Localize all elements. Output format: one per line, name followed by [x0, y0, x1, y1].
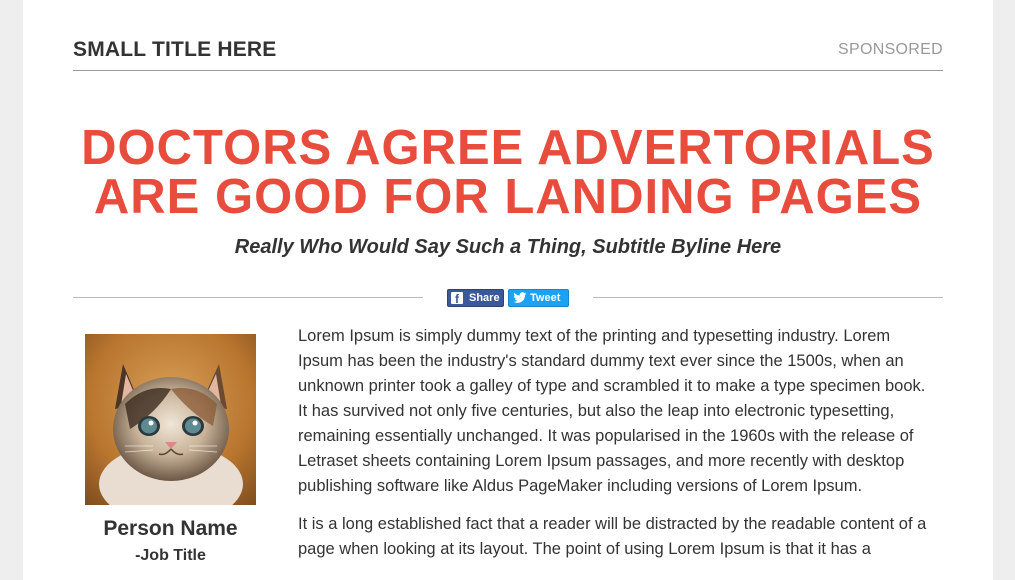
headline-line-2: ARE GOOD FOR LANDING PAGES — [93, 170, 923, 224]
tweet-button[interactable]: Tweet — [508, 289, 569, 307]
headline: DOCTORS AGREE ADVERTORIALS ARE GOOD FOR … — [23, 124, 993, 222]
author-job-title: -Job Title — [135, 547, 206, 564]
small-title: SMALL TITLE HERE — [73, 38, 277, 61]
facebook-share-button[interactable]: f Share — [447, 289, 504, 307]
tweet-label: Tweet — [530, 292, 561, 304]
headline-line-1: DOCTORS AGREE ADVERTORIALS — [81, 121, 935, 175]
facebook-icon: f — [451, 292, 463, 306]
facebook-share-label: Share — [469, 292, 500, 304]
author-name: Person Name — [103, 517, 238, 540]
top-bar: SMALL TITLE HERE SPONSORED — [73, 34, 943, 71]
twitter-bird-icon — [513, 292, 527, 303]
body-paragraph: Lorem Ipsum is simply dummy text of the … — [298, 327, 926, 495]
share-row: f Share Tweet — [73, 288, 943, 308]
divider-left — [73, 297, 423, 298]
body-paragraph: It is a long established fact that a rea… — [298, 515, 927, 558]
divider-right — [593, 297, 943, 298]
kitten-photo — [85, 334, 256, 505]
advertorial-page: SMALL TITLE HERE SPONSORED DOCTORS AGREE… — [23, 0, 993, 580]
author-card: Person Name -Job Title — [85, 334, 256, 565]
subtitle-byline: Really Who Would Say Such a Thing, Subti… — [234, 236, 782, 258]
sponsored-label: SPONSORED — [838, 41, 943, 58]
article-body: Lorem Ipsum is simply dummy text of the … — [298, 324, 938, 575]
